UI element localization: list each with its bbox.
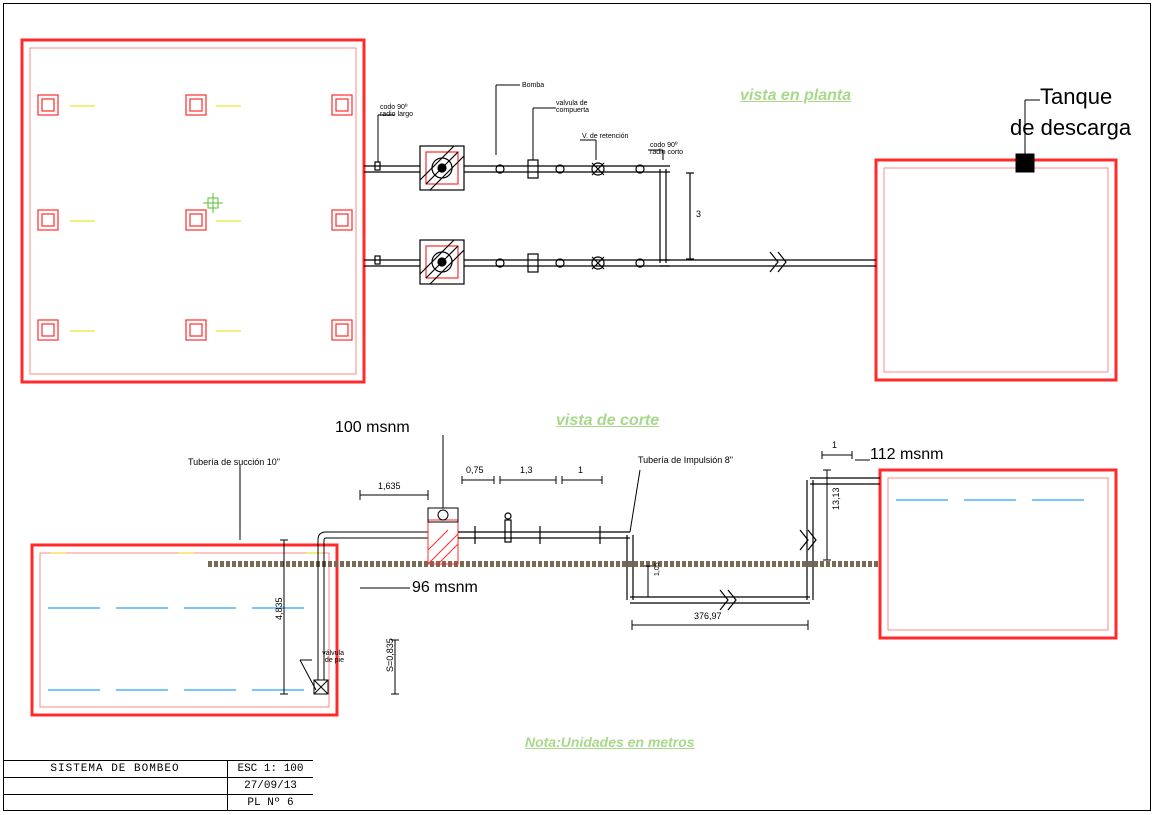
level-112-label: 112 msnm bbox=[870, 447, 944, 464]
codo-90-corto-label: codo 90º radio corto bbox=[650, 142, 683, 157]
dim-4835: 4,835 bbox=[275, 597, 284, 620]
title-block-date: 27/09/13 bbox=[228, 778, 313, 794]
plan-leaders bbox=[378, 85, 663, 162]
title-block-title: SISTEMA DE BOMBEO bbox=[3, 761, 228, 777]
section-pump bbox=[428, 508, 458, 564]
valv-compuerta-label: valvula de compuerta bbox=[556, 100, 589, 115]
plan-tank-right bbox=[876, 100, 1116, 380]
title-block: SISTEMA DE BOMBEO ESC 1: 100 27/09/13 PL… bbox=[3, 760, 313, 811]
discharge-tank-label1: Tanque bbox=[1040, 85, 1112, 108]
discharge-tank-label2: de descarga bbox=[1010, 116, 1131, 139]
level-96-label: 96 msnm bbox=[412, 580, 478, 597]
plan-view-title: vista en planta bbox=[740, 88, 851, 105]
codo-90-largo-label: codo 90º radio largo bbox=[380, 104, 413, 119]
bomba-label: Bomba bbox=[522, 82, 544, 89]
v-retencion-label: V. de retención bbox=[582, 133, 628, 140]
tuberia-succion-label: Tubería de succión 10" bbox=[188, 458, 280, 467]
title-block-sheet: PL Nº 6 bbox=[228, 795, 313, 811]
valvula-pie-label: válvula de pie bbox=[304, 650, 344, 665]
diagram-svg bbox=[0, 0, 1155, 815]
title-block-scale: ESC 1: 100 bbox=[228, 761, 313, 777]
dim-13: 1,3 bbox=[520, 466, 533, 475]
section-suction bbox=[314, 532, 428, 694]
dim-s0835: S=0,835 bbox=[386, 638, 395, 672]
dim-105: 1,05 bbox=[654, 562, 661, 576]
plan-tank-left bbox=[22, 40, 364, 382]
section-impulsion bbox=[458, 478, 880, 610]
units-note: Nota:Unidades en metros bbox=[525, 735, 695, 750]
dim-1b: 1 bbox=[832, 441, 837, 450]
dim-1313: 13,13 bbox=[832, 487, 841, 510]
dim-37697: 376,97 bbox=[694, 612, 722, 621]
section-view-title: vista de corte bbox=[556, 413, 659, 430]
dim-3-label: 3 bbox=[696, 210, 701, 219]
section-tank-right bbox=[880, 470, 1116, 638]
dim-1635: 1,635 bbox=[378, 482, 401, 491]
engineering-diagram: vista en planta vista de corte Nota:Unid… bbox=[0, 0, 1155, 815]
dim-075: 0,75 bbox=[466, 466, 484, 475]
tuberia-impulsion-label: Tubería de Impulsión 8" bbox=[638, 456, 733, 465]
level-100-label: 100 msnm bbox=[335, 420, 410, 437]
section-tank-left bbox=[32, 545, 337, 715]
dim-1: 1 bbox=[578, 466, 583, 475]
plan-pipes bbox=[364, 146, 876, 284]
